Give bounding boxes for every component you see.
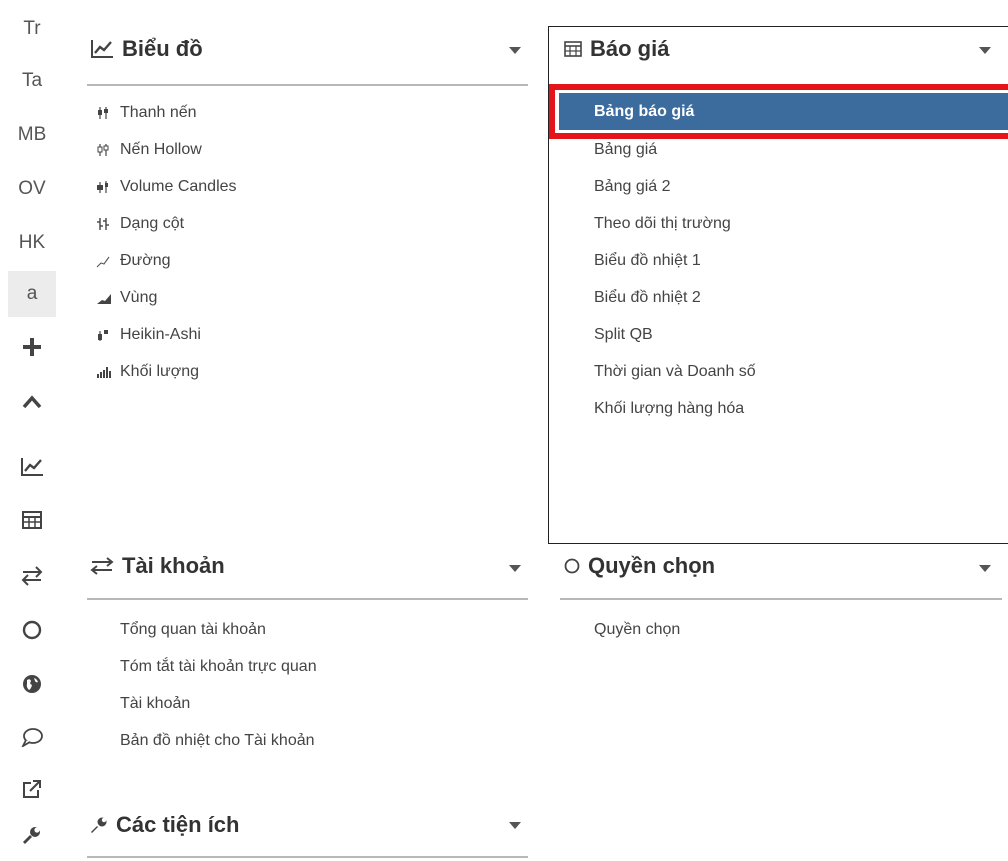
list-item[interactable]: Bảng giá: [594, 131, 756, 168]
list-item[interactable]: Theo dõi thị trường: [594, 205, 756, 242]
hollow-candle-icon: [96, 143, 120, 157]
list-item[interactable]: Volume Candles: [96, 168, 237, 205]
chart-line-icon[interactable]: [8, 444, 56, 490]
list-item[interactable]: Vùng: [96, 279, 237, 316]
list-item[interactable]: Heikin-Ashi: [96, 316, 237, 353]
plus-icon[interactable]: [8, 324, 56, 370]
toolbar-item-ta[interactable]: Ta: [8, 58, 56, 104]
account-list: Tổng quan tài khoản Tóm tắt tài khoản tr…: [120, 611, 317, 759]
list-item-label: Nến Hollow: [120, 140, 202, 158]
list-item-label: Thanh nến: [120, 103, 197, 121]
line-chart-icon: [96, 254, 120, 268]
utilities-panel-header[interactable]: Các tiện ích: [90, 812, 239, 838]
toolbar-item-hk[interactable]: HK: [8, 220, 56, 266]
list-item[interactable]: Đường: [96, 242, 237, 279]
table-icon[interactable]: [8, 497, 56, 543]
quote-panel-header[interactable]: Báo giá: [564, 36, 669, 62]
options-panel-title: Quyền chọn: [588, 553, 716, 578]
bar-type-icon: [96, 217, 120, 231]
list-item[interactable]: Biểu đồ nhiệt 1: [594, 242, 756, 279]
list-item-label: Volume Candles: [120, 177, 237, 195]
chevron-down-icon[interactable]: [509, 822, 521, 829]
list-item[interactable]: Nến Hollow: [96, 131, 237, 168]
quote-panel-title: Báo giá: [590, 36, 670, 61]
transfer-icon: [90, 557, 114, 575]
list-item-label: Khối lượng: [120, 362, 200, 380]
chart-panel-title: Biểu đồ: [122, 36, 203, 61]
circle-icon[interactable]: [8, 607, 56, 653]
list-item-label: Heikin-Ashi: [120, 325, 201, 343]
table-icon: [564, 41, 582, 57]
list-item[interactable]: Thanh nến: [96, 94, 237, 131]
chevron-down-icon[interactable]: [979, 47, 991, 54]
chevron-down-icon[interactable]: [509, 565, 521, 572]
chart-line-icon: [90, 39, 114, 59]
list-item[interactable]: Khối lượng hàng hóa: [594, 390, 756, 427]
list-item[interactable]: Tóm tắt tài khoản trực quan: [120, 648, 317, 685]
left-toolbar: Tr Ta MB OV HK a: [0, 0, 66, 861]
chart-panel-header[interactable]: Biểu đồ: [90, 36, 203, 62]
external-link-icon[interactable]: [8, 766, 56, 812]
utilities-panel-title: Các tiện ích: [116, 812, 240, 837]
list-item[interactable]: Dạng cột: [96, 205, 237, 242]
wrench-icon[interactable]: [8, 812, 56, 858]
divider: [560, 598, 1002, 600]
candlestick-icon: [96, 106, 120, 120]
area-chart-icon: [96, 291, 120, 305]
chevron-up-icon[interactable]: [8, 379, 56, 425]
chat-icon[interactable]: [8, 714, 56, 760]
toolbar-item-tr[interactable]: Tr: [8, 6, 56, 52]
list-item[interactable]: Bảng giá 2: [594, 168, 756, 205]
volume-candle-icon: [96, 180, 120, 194]
list-item[interactable]: Tổng quan tài khoản: [120, 611, 317, 648]
toolbar-item-a[interactable]: a: [8, 271, 56, 317]
chevron-down-icon[interactable]: [509, 47, 521, 54]
divider: [87, 856, 528, 858]
divider: [87, 598, 528, 600]
heikin-ashi-icon: [96, 328, 120, 342]
account-panel-header[interactable]: Tài khoản: [90, 553, 225, 579]
circle-icon: [564, 558, 580, 574]
options-list: Quyền chọn: [594, 611, 680, 648]
wrench-icon: [90, 816, 108, 834]
list-item[interactable]: Thời gian và Doanh số: [594, 353, 756, 390]
list-item[interactable]: Biểu đồ nhiệt 2: [594, 279, 756, 316]
list-item[interactable]: Bản đồ nhiệt cho Tài khoản: [120, 722, 317, 759]
account-panel-title: Tài khoản: [122, 553, 225, 578]
transfer-icon[interactable]: [8, 553, 56, 599]
toolbar-item-mb[interactable]: MB: [8, 112, 56, 158]
list-item[interactable]: Tài khoản: [120, 685, 317, 722]
list-item[interactable]: Khối lượng: [96, 353, 237, 390]
list-item-label: Vùng: [120, 288, 158, 306]
options-panel-header[interactable]: Quyền chọn: [564, 553, 715, 579]
chart-type-list: Thanh nến Nến Hollow Volume Candles Dạng…: [96, 94, 237, 390]
chevron-down-icon[interactable]: [979, 565, 991, 572]
toolbar-item-ov[interactable]: OV: [8, 166, 56, 212]
volume-icon: [96, 365, 120, 379]
list-item-label: Đường: [120, 251, 171, 269]
list-item-label: Dạng cột: [120, 214, 185, 232]
list-item[interactable]: Quyền chọn: [594, 611, 680, 648]
list-item[interactable]: Split QB: [594, 316, 756, 353]
quote-type-list: Bảng giá Bảng giá 2 Theo dõi thị trường …: [594, 131, 756, 427]
globe-icon[interactable]: [8, 661, 56, 707]
divider: [87, 84, 528, 86]
